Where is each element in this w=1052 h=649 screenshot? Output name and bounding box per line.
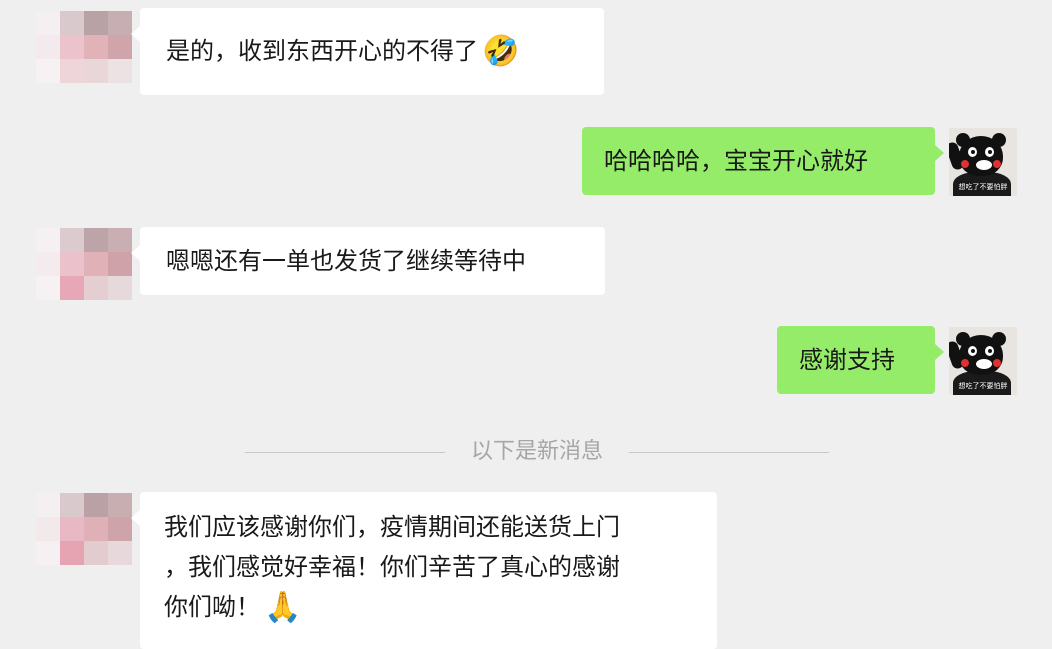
new-messages-divider: 以下是新消息 (245, 439, 829, 464)
message-bubble-outgoing[interactable]: 感谢支持 (777, 326, 944, 394)
chat-window: 是的，收到东西开心的不得了 🤣 哈哈哈哈，宝宝开心就好 想吃了不要怕胖 嗯嗯还有一… (0, 0, 1052, 649)
message-text: 感谢支持 (799, 346, 895, 374)
message-bubble-outgoing[interactable]: 哈哈哈哈，宝宝开心就好 (582, 127, 944, 195)
message-bubble-incoming[interactable]: 是的，收到东西开心的不得了 🤣 (131, 8, 604, 95)
message-text: 嗯嗯还有一单也发货了继续等待中 (166, 247, 526, 275)
laughing-face-icon: 🤣 (482, 34, 520, 69)
avatar-caption: 想吃了不要怕胖 (958, 183, 1008, 191)
contact-avatar[interactable] (36, 11, 132, 83)
message-text: 哈哈哈哈，宝宝开心就好 (604, 147, 868, 175)
praying-hands-icon: 🙏 (264, 590, 302, 625)
message-text-line: 你们呦！ (164, 593, 260, 621)
message-text-line: 我们应该感谢你们，疫情期间还能送货上门 (164, 513, 620, 541)
message-text: 是的，收到东西开心的不得了 (166, 37, 478, 65)
message-text-line: ，我们感觉好幸福！你们辛苦了真心的感谢 (164, 553, 620, 581)
divider-line-right (629, 452, 829, 453)
contact-avatar[interactable] (36, 228, 132, 300)
self-avatar[interactable]: 想吃了不要怕胖 (949, 327, 1017, 395)
message-bubble-incoming[interactable]: 我们应该感谢你们，疫情期间还能送货上门 ，我们感觉好幸福！你们辛苦了真心的感谢 … (131, 492, 717, 649)
self-avatar[interactable]: 想吃了不要怕胖 (949, 128, 1017, 196)
avatar-caption: 想吃了不要怕胖 (958, 382, 1008, 390)
contact-avatar[interactable] (36, 493, 132, 565)
message-bubble-incoming[interactable]: 嗯嗯还有一单也发货了继续等待中 (131, 227, 605, 295)
